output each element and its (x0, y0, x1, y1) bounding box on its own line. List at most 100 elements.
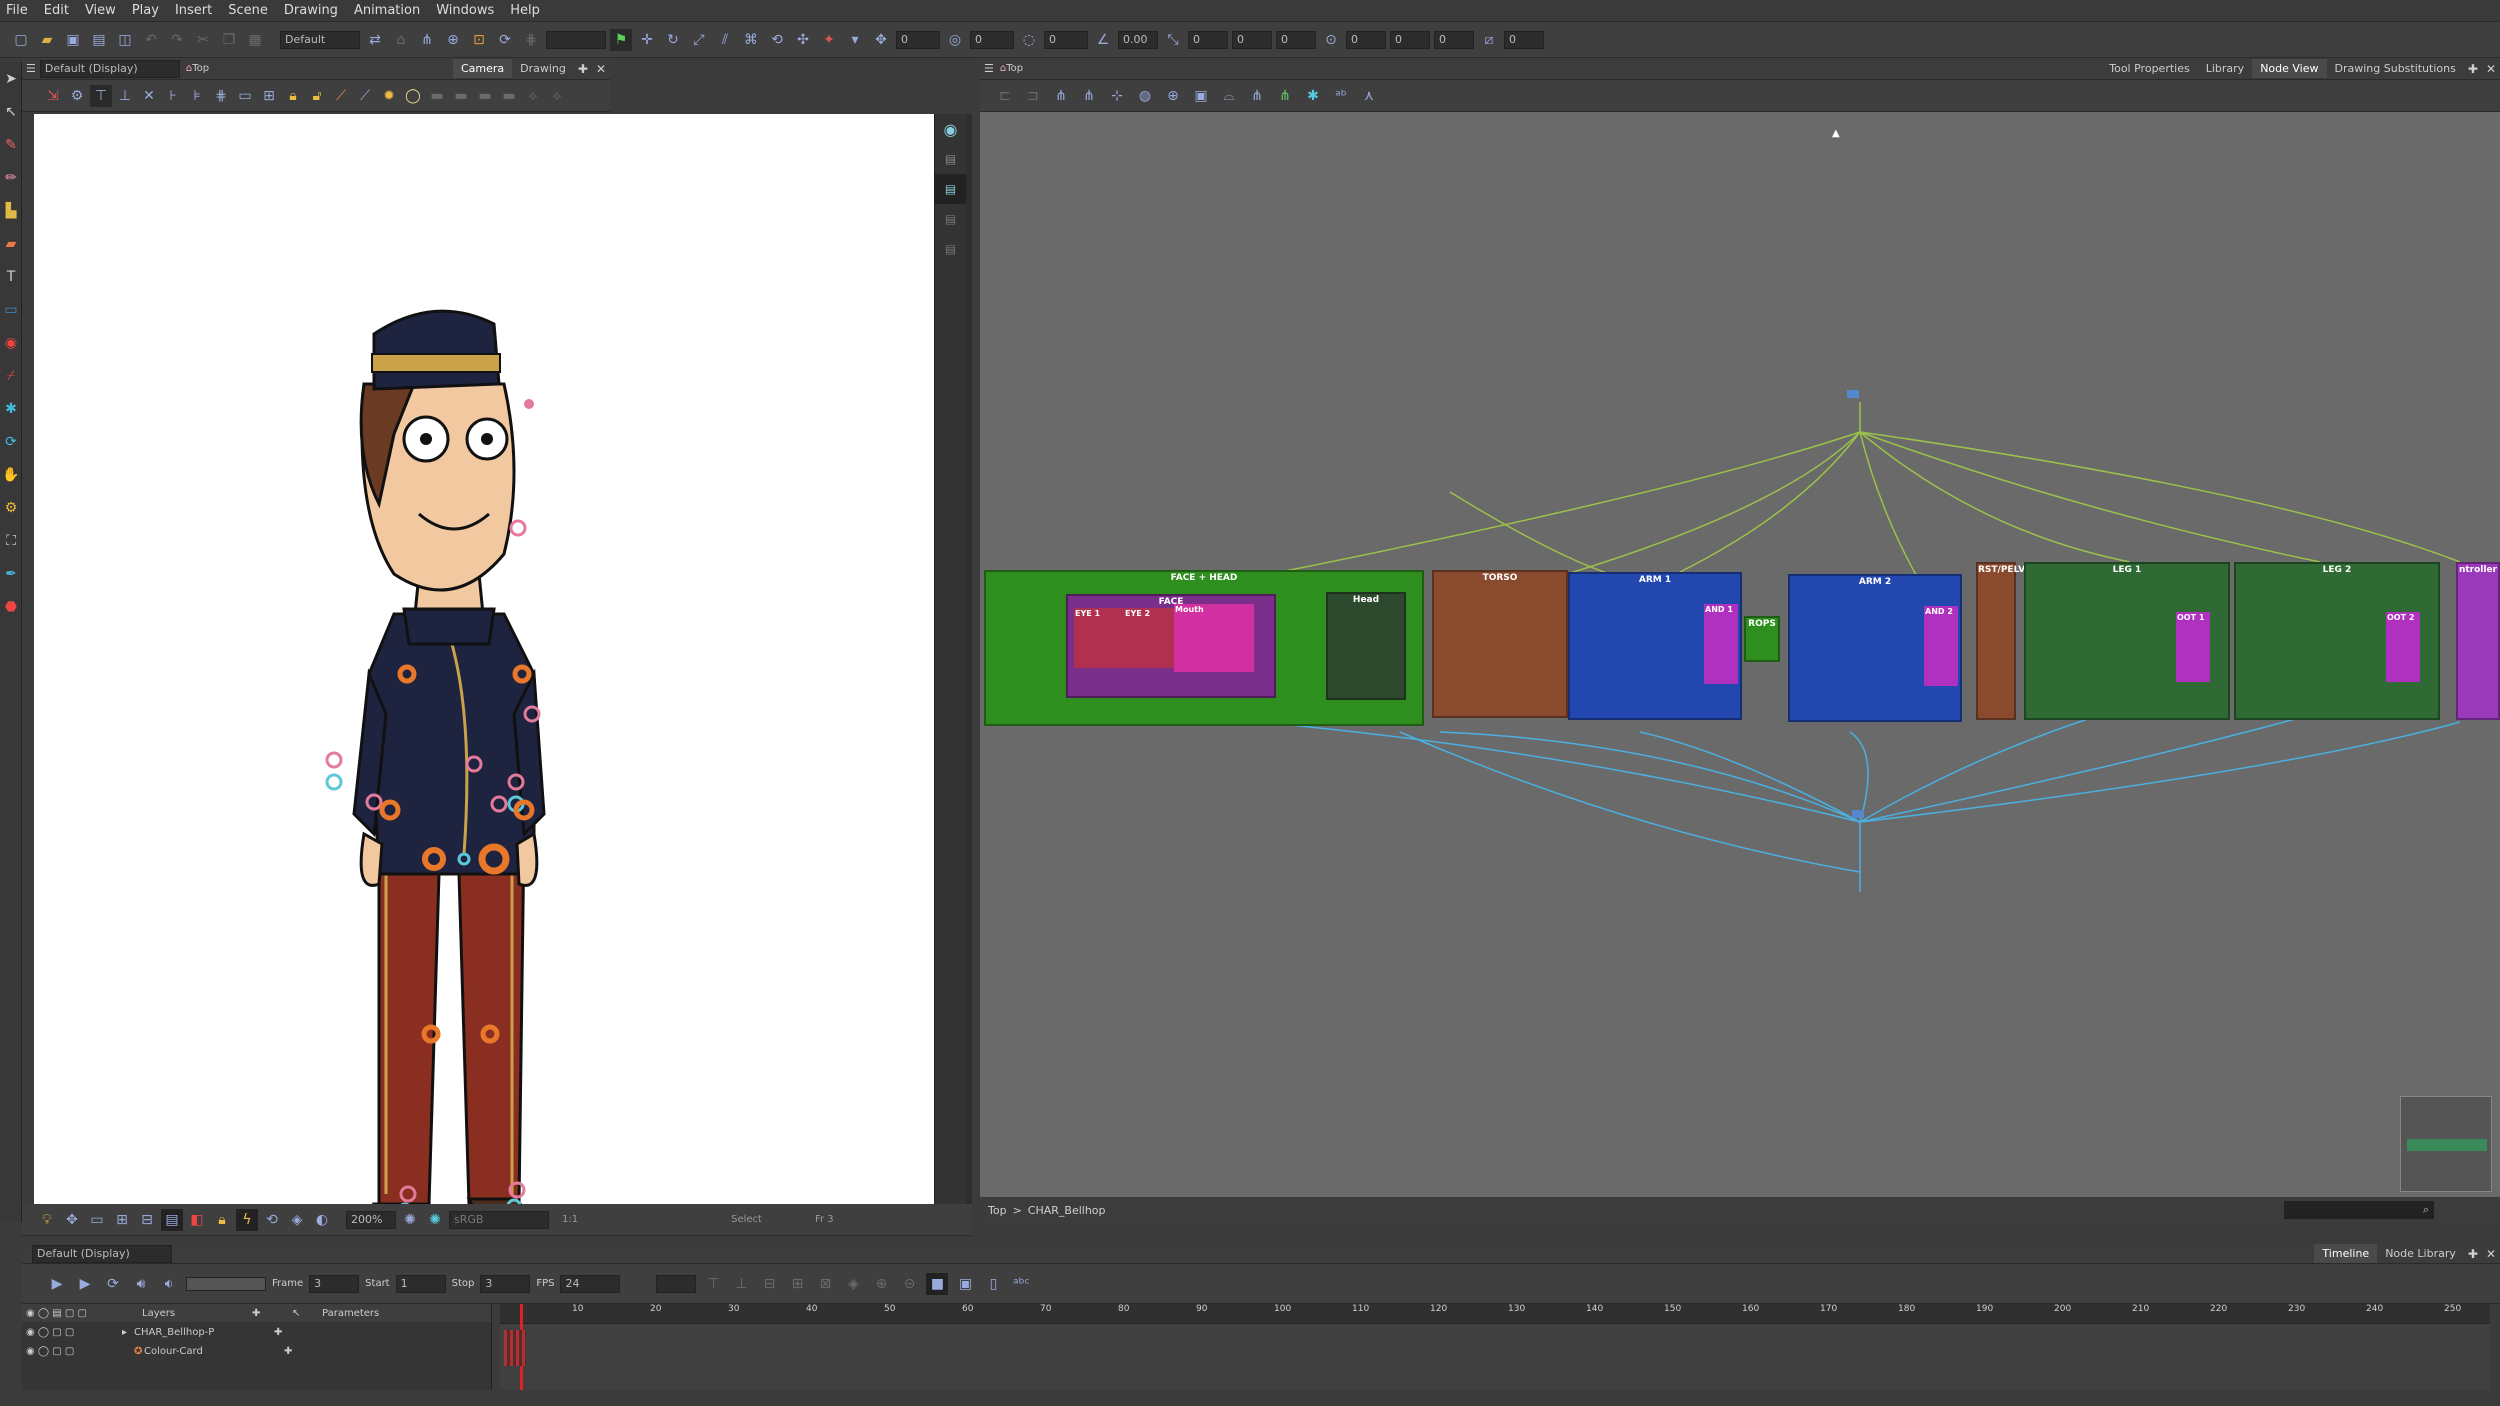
field-guide-icon[interactable]: ⊞ (258, 85, 280, 107)
add-tab3-icon[interactable]: ✚ (2464, 1247, 2482, 1261)
workspace-select[interactable]: Default (280, 30, 360, 49)
morph-icon[interactable]: ⟲ (766, 29, 788, 51)
foot1-node[interactable]: OOT 1 (2176, 612, 2210, 682)
pencil-tool-icon[interactable]: ✏ (0, 161, 22, 194)
bulb-icon[interactable]: ◯ (402, 85, 424, 107)
play-select-icon[interactable]: ▶ (74, 1273, 96, 1295)
tl-motion-icon[interactable]: ◈ (842, 1273, 864, 1295)
eye1-node[interactable]: EYE 1 (1074, 608, 1124, 668)
close-panel-icon[interactable]: ✕ (592, 62, 610, 76)
eraser-tool-icon[interactable]: ▰ (0, 227, 22, 260)
frame-icon[interactable]: ⊡ (468, 29, 490, 51)
pos-x-field[interactable]: 0 (896, 30, 940, 49)
contour-tool-icon[interactable]: ↖ (0, 95, 22, 128)
path-root[interactable]: Top (988, 1204, 1007, 1217)
peg4-icon[interactable]: ⊦ (162, 85, 184, 107)
add-tab2-icon[interactable]: ✚ (2464, 62, 2482, 76)
camera-canvas[interactable] (34, 114, 934, 1204)
color-icon[interactable]: ✺ (424, 1209, 446, 1231)
nv-j-icon[interactable]: ⋔ (1246, 85, 1268, 107)
tool-b-icon[interactable]: ▬ (450, 85, 472, 107)
layer-toggles[interactable]: ◉ ◯ ▤ ▢ ▢ (22, 1308, 142, 1319)
pivot-pos-icon[interactable]: ⊙ (1320, 29, 1342, 51)
play-icon[interactable]: ▶ (46, 1273, 68, 1295)
scroll-up-icon[interactable]: ▲ (1832, 128, 1840, 139)
timeline-display-select[interactable]: Default (Display) (32, 1244, 172, 1263)
pivot-x-field[interactable]: 0 (1346, 30, 1386, 49)
ink-tool-icon[interactable]: ⬣ (0, 590, 22, 623)
tab-timeline[interactable]: Timeline (2314, 1244, 2378, 1263)
pivot-icon[interactable]: ✣ (792, 29, 814, 51)
tool-d-icon[interactable]: ▬ (498, 85, 520, 107)
grid-toggle-icon[interactable]: ⊞ (111, 1209, 133, 1231)
layer-add-icon[interactable]: ✚ (284, 1346, 292, 1357)
lock2-icon[interactable]: 🔓︎ (306, 85, 328, 107)
menu-insert[interactable]: Insert (175, 3, 212, 18)
position-icon[interactable]: ✥ (870, 29, 892, 51)
angle-field[interactable]: 0.00 (1118, 30, 1158, 49)
layer-row[interactable]: ◉ ◯ ▢ ▢ ▸ CHAR_Bellhop-P ✚ (22, 1323, 491, 1342)
shape-icon[interactable]: ◈ (286, 1209, 308, 1231)
layer-visibility-icon[interactable]: ◉ ◯ ▢ ▢ (22, 1327, 122, 1338)
tab-camera[interactable]: Camera (452, 59, 513, 78)
morph-tool-icon[interactable]: ✱ (0, 392, 22, 425)
tl-box2-icon[interactable]: ▣ (954, 1273, 976, 1295)
mouth-node[interactable]: Mouth (1174, 604, 1254, 672)
lock-view-icon[interactable]: 🔒︎ (211, 1209, 233, 1231)
menu-help[interactable]: Help (510, 3, 540, 18)
select-tool-icon[interactable]: ➤ (0, 62, 22, 95)
frame-field[interactable]: 3 (309, 1274, 360, 1293)
more-icon[interactable]: ▾ (844, 29, 866, 51)
group-arm1[interactable]: ARM 1 AND 1 (1568, 572, 1742, 720)
display-select[interactable]: Default (Display) (39, 59, 180, 78)
tab-tool-properties[interactable]: Tool Properties (2101, 59, 2197, 78)
open-icon[interactable]: ▰ (36, 29, 58, 51)
zoom-field[interactable]: 200% (346, 1210, 396, 1229)
tab-library[interactable]: Library (2198, 59, 2252, 78)
nv-g-icon[interactable]: ⊕ (1162, 85, 1184, 107)
nv-m-icon[interactable]: ᵃᵇ (1330, 85, 1352, 107)
tab-drawing-substitutions[interactable]: Drawing Substitutions (2327, 59, 2464, 78)
redo-icon[interactable]: ↷ (166, 29, 188, 51)
scale-x-icon[interactable]: ⤡ (1162, 29, 1184, 51)
safe-area-icon[interactable]: ▭ (234, 85, 256, 107)
menu-view[interactable]: View (85, 3, 116, 18)
eye2-node[interactable]: EYE 2 (1124, 608, 1174, 668)
text-tool-icon[interactable]: T (0, 260, 22, 293)
scale-y-field[interactable]: 0 (1232, 30, 1272, 49)
onion-skin-icon[interactable]: ✥ (61, 1209, 83, 1231)
layer-add-icon[interactable]: ✚ (274, 1327, 282, 1338)
new-icon[interactable]: ▢ (10, 29, 32, 51)
red-icon[interactable]: ◧ (186, 1209, 208, 1231)
angle-icon[interactable]: ∠ (1092, 29, 1114, 51)
hierarchy-icon[interactable]: ⋔ (416, 29, 438, 51)
group-leg1[interactable]: LEG 1 OOT 1 (2024, 562, 2230, 720)
menu-scene[interactable]: Scene (228, 3, 268, 18)
props-node[interactable]: ROPS (1744, 616, 1780, 662)
safe-toggle-icon[interactable]: ⊟ (136, 1209, 158, 1231)
dropper-tool-icon[interactable]: ⌿ (0, 359, 22, 392)
tab-drawing[interactable]: Drawing (512, 59, 574, 78)
frame-ruler[interactable]: 10 20 30 40 50 60 70 80 90 100 110 120 1… (500, 1304, 2490, 1324)
camera-icon[interactable]: ⌘ (740, 29, 762, 51)
tl-del-icon[interactable]: ⊠ (814, 1273, 836, 1295)
transform-tool-icon[interactable]: ⟳ (0, 425, 22, 458)
nv-k-icon[interactable]: ⋔ (1274, 85, 1296, 107)
lock-icon[interactable]: 🔒︎ (282, 85, 304, 107)
rotate-icon[interactable]: ↻ (662, 29, 684, 51)
transform-icon[interactable]: ✛ (636, 29, 658, 51)
timeline-track[interactable]: 10 20 30 40 50 60 70 80 90 100 110 120 1… (500, 1304, 2490, 1390)
value-field-1[interactable] (546, 30, 606, 49)
scene-icon[interactable]: ◫ (114, 29, 136, 51)
menu-windows[interactable]: Windows (436, 3, 494, 18)
settings-icon[interactable]: ⚙ (66, 85, 88, 107)
add-layer-icon[interactable]: ✚ (252, 1308, 292, 1319)
peg3-icon[interactable]: ✕ (138, 85, 160, 107)
loop-icon[interactable]: ⟳ (102, 1273, 124, 1295)
light-icon[interactable]: ✹ (378, 85, 400, 107)
nodeview-breadcrumb[interactable]: Top (1006, 63, 1023, 74)
tab-node-view[interactable]: Node View (2252, 59, 2327, 78)
group-leg2[interactable]: LEG 2 OOT 2 (2234, 562, 2440, 720)
pivot-y-field[interactable]: 0 (1390, 30, 1430, 49)
rigging-tool-icon[interactable]: ⚙ (0, 491, 22, 524)
